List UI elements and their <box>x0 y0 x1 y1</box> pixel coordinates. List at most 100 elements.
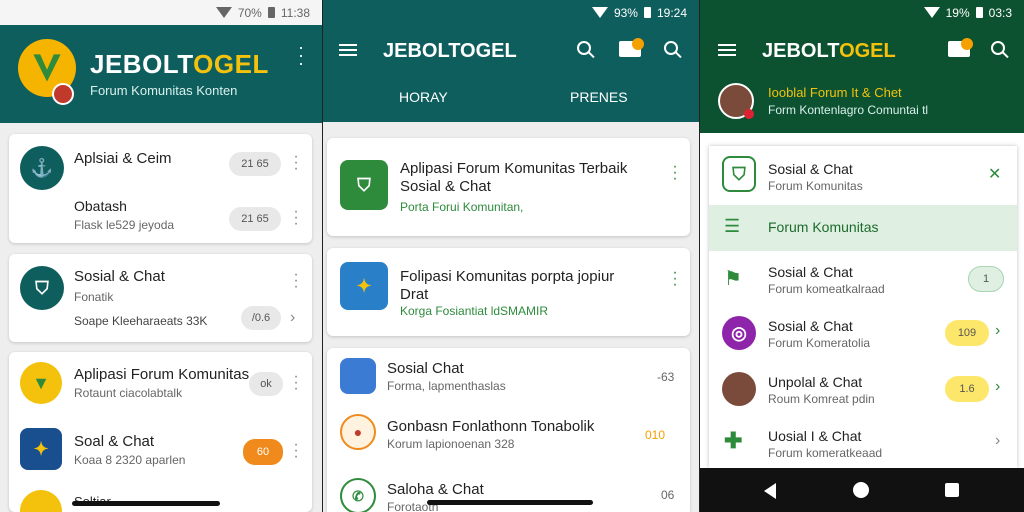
featured-card[interactable]: ⛉ Aplipasi Forum Komunitas Terbaik Sosia… <box>327 138 690 236</box>
forum-icon <box>20 490 62 512</box>
chevron-right-icon[interactable]: › <box>995 432 1000 450</box>
navigation-drawer <box>709 146 1017 468</box>
card-subtitle: Fonatik <box>74 290 114 304</box>
status-bar: 70% 11:38 <box>0 0 322 25</box>
more-icon[interactable]: · · · <box>672 159 678 187</box>
app-title: JEBOLTOGEL <box>762 40 896 62</box>
search-icon[interactable] <box>664 41 678 55</box>
count-badge: 21 65 <box>229 152 281 176</box>
card-title-line2: Drat <box>400 286 429 303</box>
card-subtitle: Porta Forui Komunitan, <box>400 200 524 214</box>
app-subtitle: Forum Komunitas Konten <box>90 83 238 98</box>
card-subtitle: Koaa 8 2320 aparlen <box>74 453 186 467</box>
online-dot-icon <box>744 109 754 119</box>
card-title: Obatash <box>74 198 127 214</box>
menu-icon[interactable] <box>718 44 736 56</box>
headset-icon: ◎ <box>722 316 756 350</box>
clock: 11:38 <box>280 5 310 20</box>
screen-home-list: 70% 11:38 JEBOLTOGEL Forum Komunitas Kon… <box>0 0 322 512</box>
game-icon <box>340 358 376 394</box>
search-icon[interactable] <box>991 41 1005 55</box>
tab-horay[interactable]: HORAY <box>399 89 448 105</box>
app-header: JEBOLTOGEL HORAY PRENES <box>323 25 699 122</box>
count-badge: 60 <box>243 439 283 465</box>
clock: 03:3 <box>988 5 1012 20</box>
list-card[interactable]: ⛉ Sosial & Chat Fonatik Soape Kleeharaea… <box>9 254 312 342</box>
drawer-item-label[interactable]: Uosial I & Chat <box>768 428 861 444</box>
battery-text: 19% <box>945 5 970 20</box>
chevron-right-icon[interactable]: › <box>995 378 1000 396</box>
user-avatar-icon <box>722 372 756 406</box>
battery-icon <box>267 7 275 18</box>
avatar[interactable] <box>52 83 74 105</box>
list-card[interactable]: ⚓ Aplsiai & Ceim 21 65 · · · Obatash Flask… <box>9 134 312 243</box>
flag-icon: ⚑ <box>724 268 742 290</box>
list-meta: 06 <box>661 488 675 502</box>
list-subtitle: Korum lapionoenan 328 <box>387 437 515 451</box>
drawer-item-sub: Forum komeatkalraad <box>768 282 885 296</box>
list-title[interactable]: Sosial Chat <box>387 360 464 377</box>
featured-card[interactable]: ✦ Folipasi Komunitas porpta jopiur Drat … <box>327 248 690 336</box>
search-icon[interactable] <box>577 41 591 55</box>
wifi-icon <box>215 7 232 18</box>
drawer-item-label[interactable]: Sosial & Chat <box>768 318 853 334</box>
battery-icon <box>975 7 983 18</box>
chat-icon[interactable] <box>619 38 644 57</box>
badge-icon: ● <box>340 414 376 450</box>
close-icon[interactable]: ✕ <box>988 164 1001 184</box>
list-card[interactable]: ▼ Aplipasi Forum Komunitas Rotaunt ciaco… <box>9 352 312 512</box>
anchor-icon: ⚓ <box>20 146 64 190</box>
drawer-item-sub: Forum Komeratolia <box>768 336 871 350</box>
more-icon[interactable]: · · · <box>672 265 678 293</box>
more-icon[interactable]: · · · <box>293 369 299 397</box>
chevron-right-icon[interactable]: › <box>290 309 295 327</box>
overflow-menu-icon[interactable]: · · · <box>298 38 304 72</box>
app-header: JEBOLTOGEL Forum Komunitas Konten · · · <box>0 25 322 123</box>
game-icon: ✦ <box>340 262 388 310</box>
recents-icon[interactable] <box>945 483 959 497</box>
card-title: Folipasi Komunitas porpta jopiur <box>400 268 615 285</box>
card-title-line2: Sosial & Chat <box>400 178 491 195</box>
card-title: Aplsiai & Ceim <box>74 150 172 167</box>
more-icon[interactable]: · · · <box>293 437 299 465</box>
app-header: JEBOLTOGEL Iooblal Forum It & Chet Form … <box>700 25 1024 133</box>
battery-text: 70% <box>237 5 262 20</box>
count-badge: /0.6 <box>241 306 281 330</box>
back-icon[interactable] <box>764 483 776 499</box>
drawer-item-label[interactable]: Forum Komunitas <box>768 219 878 235</box>
shield-icon: ⛉ <box>20 266 64 310</box>
list-meta: -63 <box>657 370 675 384</box>
wifi-icon <box>591 7 608 18</box>
list-title[interactable]: Saloha & Chat <box>387 481 484 498</box>
battery-icon <box>643 7 651 18</box>
drawer-item-label[interactable]: Unpolal & Chat <box>768 374 862 390</box>
drawer-item-label[interactable]: Sosial & Chat <box>768 264 853 280</box>
list-title[interactable]: Gonbasn Fonlathonn Tonabolik <box>387 418 594 435</box>
home-icon[interactable] <box>853 482 869 498</box>
card-title: Soal & Chat <box>74 433 155 450</box>
chevron-right-icon[interactable]: › <box>995 322 1000 340</box>
chat-icon: ✆ <box>340 478 376 512</box>
menu-icon[interactable] <box>339 44 357 56</box>
card-meta: Soape Kleeharaeats 33K <box>74 314 208 328</box>
card-title: Aplipasi Forum Komunitas Terbaik <box>400 160 628 177</box>
plus-icon: ✚ <box>724 428 743 453</box>
home-indicator[interactable] <box>72 501 220 506</box>
forum-icon: ▼ <box>20 362 62 404</box>
chat-icon[interactable] <box>948 38 973 57</box>
list-panel: Sosial Chat Forma, lapmenthaslas -63 ● G… <box>327 348 690 512</box>
home-indicator[interactable] <box>427 500 593 505</box>
game-icon: ✦ <box>20 428 62 470</box>
app-title: JEBOLTOGEL <box>383 40 517 62</box>
list-subtitle: Forma, lapmenthaslas <box>387 379 506 393</box>
more-icon[interactable]: · · · <box>293 149 299 177</box>
drawer-item-label[interactable]: Sosial & Chat <box>768 161 853 177</box>
status-bar: 19% 03:3 <box>700 0 1024 25</box>
more-icon[interactable]: · · · <box>293 267 299 295</box>
list-meta: 010 <box>645 428 666 442</box>
tab-prenes[interactable]: PRENES <box>570 89 628 105</box>
count-badge: 21 65 <box>229 207 281 231</box>
screen-drawer: 19% 03:3 JEBOLTOGEL Iooblal Forum It & C… <box>700 0 1024 512</box>
more-icon[interactable]: · · · <box>293 204 299 232</box>
count-badge: ok <box>249 372 283 396</box>
